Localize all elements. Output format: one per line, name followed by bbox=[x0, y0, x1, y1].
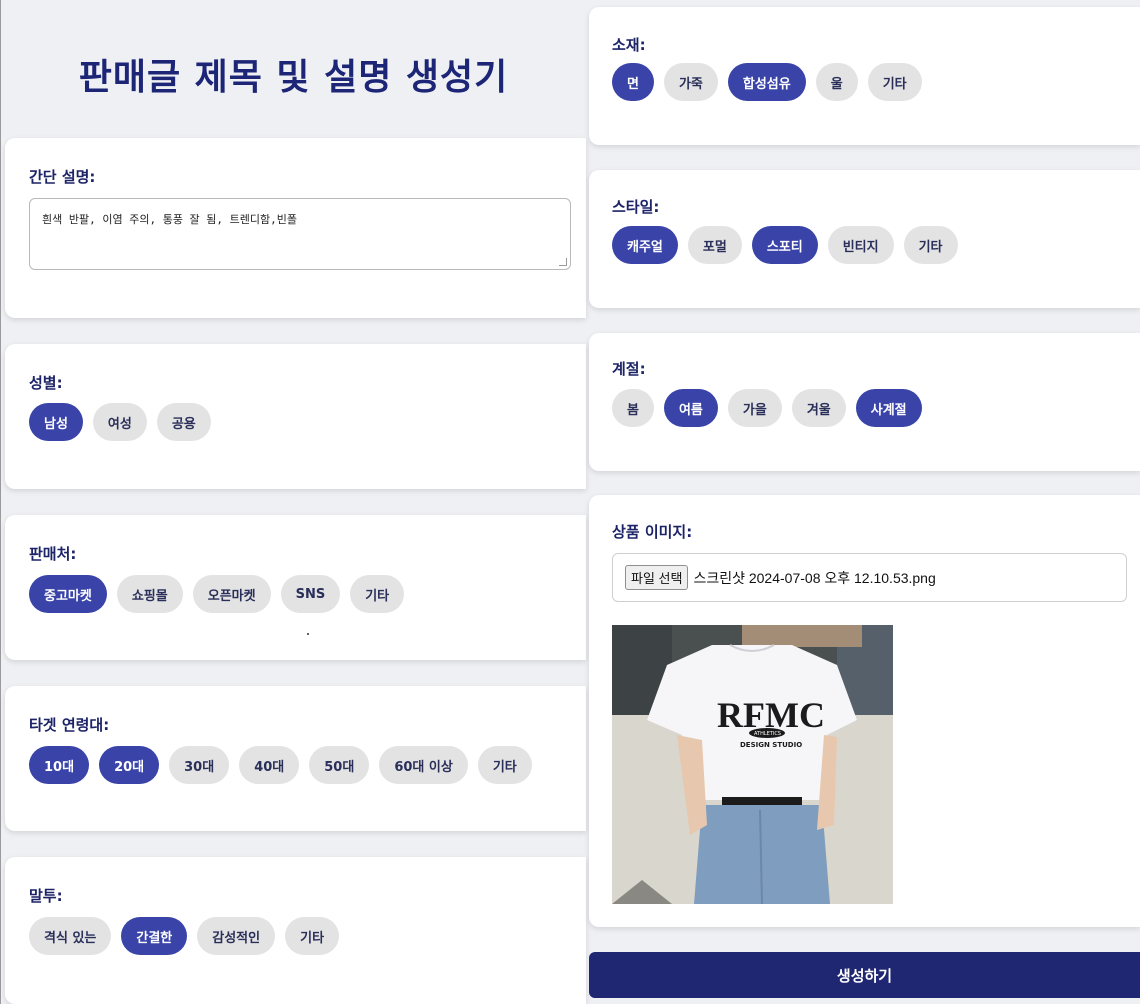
material-label: 소재: bbox=[612, 36, 646, 54]
channel-options: 중고마켓 쇼핑몰 오픈마켓 SNS 기타 bbox=[29, 575, 405, 613]
age-option-chip[interactable]: 기타 bbox=[477, 746, 532, 784]
age-option-chip[interactable]: 40대 bbox=[239, 746, 300, 784]
age-option-chip[interactable]: 30대 bbox=[169, 746, 230, 784]
gender-option-chip[interactable]: 여성 bbox=[92, 403, 147, 441]
season-option-chip[interactable]: 사계절 bbox=[855, 389, 922, 427]
channel-option-chip[interactable]: 오픈마켓 bbox=[192, 575, 271, 613]
channel-label: 판매처: bbox=[29, 545, 77, 563]
tone-option-chip[interactable]: 기타 bbox=[285, 917, 340, 955]
stray-dot bbox=[307, 633, 309, 635]
description-text: 흰색 반팔, 이염 주의, 통풍 잘 됨, 트렌디함,빈폴 bbox=[42, 213, 298, 226]
shirt-badge-text: ATHLETICS bbox=[754, 731, 781, 737]
style-option-chip[interactable]: 스포티 bbox=[751, 226, 818, 264]
tone-label: 말투: bbox=[29, 887, 63, 905]
age-option-chip[interactable]: 10대 bbox=[29, 746, 90, 784]
gender-label: 성별: bbox=[29, 374, 63, 392]
image-label: 상품 이미지: bbox=[612, 523, 693, 541]
style-card: 스타일: 캐주얼 포멀 스포티 빈티지 기타 bbox=[589, 170, 1140, 308]
age-options: 10대 20대 30대 40대 50대 60대 이상 기타 bbox=[29, 746, 532, 784]
shirt-subtext: DESIGN STUDIO bbox=[740, 741, 802, 749]
material-option-chip[interactable]: 합성섬유 bbox=[727, 63, 806, 101]
tone-options: 격식 있는 간결한 감성적인 기타 bbox=[29, 917, 340, 955]
age-option-chip[interactable]: 20대 bbox=[99, 746, 160, 784]
material-options: 면 가죽 합성섬유 울 기타 bbox=[612, 63, 922, 101]
gender-option-chip[interactable]: 남성 bbox=[29, 403, 83, 441]
file-name: 스크린샷 2024-07-08 오후 12.10.53.png bbox=[693, 569, 936, 586]
style-option-chip[interactable]: 포멀 bbox=[687, 226, 742, 264]
season-option-chip[interactable]: 가을 bbox=[727, 389, 782, 427]
channel-option-chip[interactable]: 쇼핑몰 bbox=[116, 575, 183, 613]
channel-option-chip[interactable]: SNS bbox=[280, 575, 341, 613]
choose-file-button[interactable]: 파일 선택 bbox=[625, 565, 689, 590]
style-options: 캐주얼 포멀 스포티 빈티지 기타 bbox=[612, 226, 958, 264]
gender-option-chip[interactable]: 공용 bbox=[156, 403, 211, 441]
material-option-chip[interactable]: 울 bbox=[815, 63, 858, 101]
age-card: 타겟 연령대: 10대 20대 30대 40대 50대 60대 이상 기타 bbox=[5, 686, 586, 831]
style-option-chip[interactable]: 캐주얼 bbox=[612, 226, 678, 264]
gender-card: 성별: 남성 여성 공용 bbox=[5, 344, 586, 489]
channel-option-chip[interactable]: 기타 bbox=[350, 575, 405, 613]
generate-button[interactable]: 생성하기 bbox=[589, 952, 1140, 998]
age-option-chip[interactable]: 60대 이상 bbox=[379, 746, 468, 784]
material-option-chip[interactable]: 기타 bbox=[867, 63, 922, 101]
tone-option-chip[interactable]: 격식 있는 bbox=[29, 917, 112, 955]
tone-card: 말투: 격식 있는 간결한 감성적인 기타 bbox=[5, 857, 586, 1004]
gender-options: 남성 여성 공용 bbox=[29, 403, 211, 441]
product-photo: RFMC ATHLETICS DESIGN STUDIO bbox=[612, 625, 893, 904]
season-option-chip[interactable]: 겨울 bbox=[791, 389, 846, 427]
description-card: 간단 설명: 흰색 반팔, 이염 주의, 통풍 잘 됨, 트렌디함,빈폴 bbox=[5, 138, 586, 318]
description-textarea[interactable]: 흰색 반팔, 이염 주의, 통풍 잘 됨, 트렌디함,빈폴 bbox=[29, 198, 571, 270]
season-label: 계절: bbox=[612, 360, 646, 378]
left-column: 판매글 제목 및 설명 생성기 간단 설명: 흰색 반팔, 이염 주의, 통풍 … bbox=[0, 0, 586, 1004]
style-option-chip[interactable]: 빈티지 bbox=[827, 226, 894, 264]
file-input[interactable]: 파일 선택 스크린샷 2024-07-08 오후 12.10.53.png bbox=[612, 553, 1127, 602]
tone-option-chip[interactable]: 감성적인 bbox=[197, 917, 276, 955]
season-option-chip[interactable]: 봄 bbox=[612, 389, 654, 427]
style-label: 스타일: bbox=[612, 198, 660, 216]
description-label: 간단 설명: bbox=[29, 168, 96, 186]
channel-option-chip[interactable]: 중고마켓 bbox=[29, 575, 107, 613]
style-option-chip[interactable]: 기타 bbox=[903, 226, 958, 264]
season-options: 봄 여름 가을 겨울 사계절 bbox=[612, 389, 922, 427]
image-card: 상품 이미지: 파일 선택 스크린샷 2024-07-08 오후 12.10.5… bbox=[589, 495, 1140, 927]
page-title: 판매글 제목 및 설명 생성기 bbox=[78, 57, 509, 98]
channel-card: 판매처: 중고마켓 쇼핑몰 오픈마켓 SNS 기타 bbox=[5, 515, 586, 660]
resize-handle-icon[interactable] bbox=[559, 258, 567, 266]
right-column: 소재: 면 가죽 합성섬유 울 기타 스타일: 캐주얼 포멀 스포티 빈티지 기타 계절: 봄여… bbox=[589, 0, 1140, 1004]
material-option-chip[interactable]: 면 bbox=[612, 63, 654, 101]
season-card: 계절: 봄 여름 가을 겨울 사계절 bbox=[589, 333, 1140, 471]
product-image-preview: RFMC ATHLETICS DESIGN STUDIO bbox=[612, 625, 893, 904]
material-card: 소재: 면 가죽 합성섬유 울 기타 bbox=[589, 7, 1140, 145]
season-option-chip[interactable]: 여름 bbox=[663, 389, 718, 427]
age-option-chip[interactable]: 50대 bbox=[309, 746, 370, 784]
age-label: 타겟 연령대: bbox=[29, 716, 110, 734]
tone-option-chip[interactable]: 간결한 bbox=[121, 917, 188, 955]
material-option-chip[interactable]: 가죽 bbox=[663, 63, 718, 101]
